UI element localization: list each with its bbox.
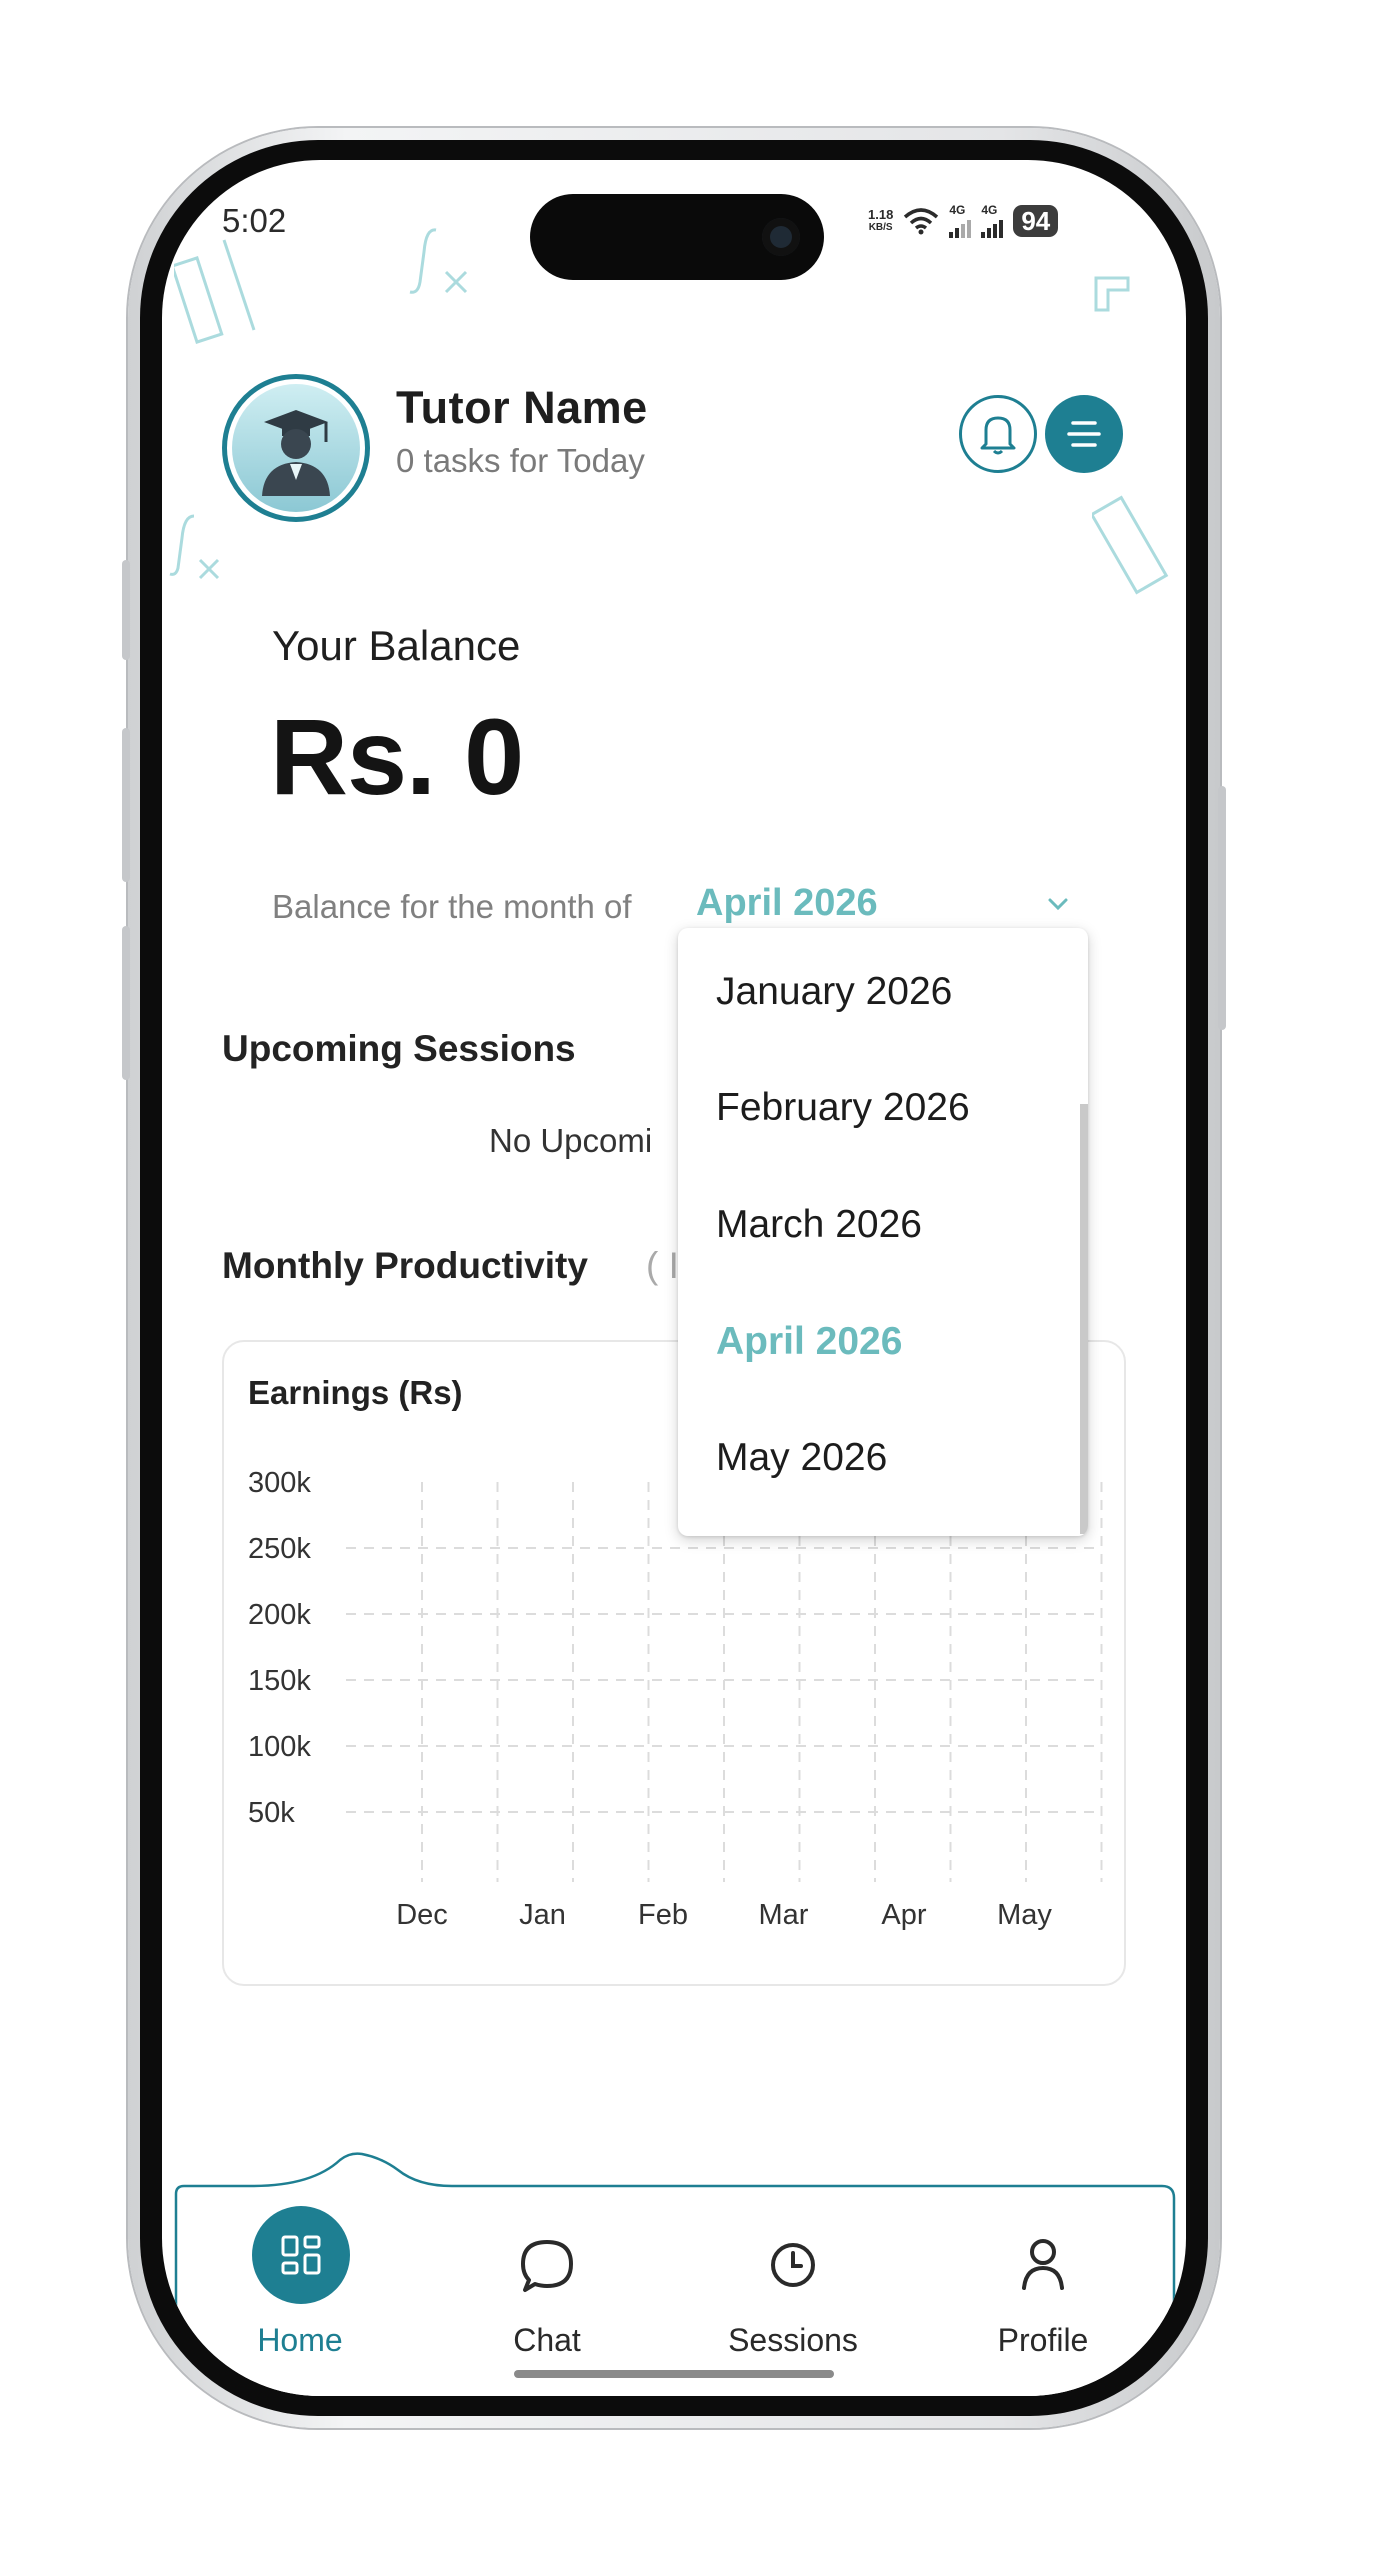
action-button (122, 560, 130, 660)
monthly-productivity-title: Monthly Productivity (222, 1245, 588, 1286)
y-tick-label: 250k (248, 1533, 311, 1565)
y-tick-label: 100k (248, 1731, 311, 1763)
chat-bubble-icon[interactable] (517, 2236, 577, 2296)
ruler-doodle-icon (174, 239, 256, 344)
dropdown-scrollbar[interactable] (1080, 1104, 1088, 1534)
chevron-down-icon (1048, 898, 1068, 910)
balance-label: Your Balance (272, 622, 521, 669)
nav-home-button[interactable] (252, 2206, 350, 2304)
x-tick-label: May (997, 1899, 1052, 1931)
nav-sessions-label[interactable]: Sessions (693, 2322, 893, 2359)
dashboard-icon (281, 2235, 321, 2275)
wifi-icon (904, 208, 939, 235)
home-indicator[interactable] (514, 2370, 834, 2378)
sim2-type: 4G (981, 203, 998, 217)
month-select[interactable]: April 2026 (696, 882, 1070, 925)
upcoming-sessions-title: Upcoming Sessions (222, 1028, 576, 1069)
integral-doodle-icon (409, 228, 468, 294)
person-icon[interactable] (1018, 2236, 1068, 2292)
menu-button[interactable] (1045, 395, 1123, 473)
bell-icon (980, 416, 1016, 455)
app-screen: 5:02 1.18 KB/S 4G 4G 94 Tutor Name 0 tas… (162, 160, 1186, 2396)
nav-chat-label[interactable]: Chat (447, 2322, 647, 2359)
status-icons: 1.18 KB/S 4G 4G 94 (868, 203, 1059, 238)
volume-down-button (122, 926, 130, 1080)
hamburger-menu-icon (1067, 421, 1101, 447)
signal-bars-icon (949, 216, 972, 238)
x-tick-label: Mar (759, 1899, 809, 1931)
integral-doodle-icon (169, 514, 220, 580)
camera-icon (762, 218, 800, 256)
network-speed-unit: KB/S (868, 222, 893, 233)
balance-amount: Rs. 0 (270, 696, 524, 817)
nav-home-label[interactable]: Home (200, 2322, 400, 2359)
month-option[interactable]: March 2026 (716, 1203, 922, 1247)
x-tick-label: Dec (396, 1899, 448, 1931)
battery-level: 94 (1013, 205, 1059, 237)
x-tick-label: Feb (638, 1899, 688, 1931)
month-select-value: April 2026 (696, 882, 878, 924)
power-button (1218, 786, 1226, 1030)
ruler-doodle-icon (1092, 495, 1169, 595)
productivity-filter[interactable]: ( I (646, 1245, 679, 1287)
sim1-type: 4G (949, 203, 966, 217)
x-tick-label: Jan (519, 1899, 566, 1931)
nav-profile-label[interactable]: Profile (943, 2322, 1143, 2359)
tutor-name: Tutor Name (396, 382, 648, 433)
dynamic-island (530, 194, 824, 280)
notifications-button[interactable] (959, 395, 1037, 473)
avatar[interactable] (222, 374, 370, 522)
x-tick-label: Apr (881, 1899, 926, 1931)
sim1-signal: 4G (949, 203, 972, 238)
network-speed-value: 1.18 (868, 207, 894, 222)
clock-icon[interactable] (768, 2240, 818, 2290)
y-tick-label: 200k (248, 1599, 311, 1631)
sim2-signal: 4G (981, 203, 1004, 238)
signal-bars-icon (981, 216, 1004, 238)
month-option[interactable]: February 2026 (716, 1086, 970, 1130)
y-tick-label: 150k (248, 1665, 311, 1697)
month-option[interactable]: January 2026 (716, 970, 952, 1014)
graduate-avatar-icon (262, 410, 330, 496)
square-ruler-doodle-icon (1094, 276, 1130, 312)
month-option-selected[interactable]: April 2026 (716, 1320, 902, 1364)
no-sessions-text: No Upcomi (489, 1122, 653, 1159)
y-tick-label: 300k (248, 1467, 311, 1499)
y-tick-label: 50k (248, 1797, 295, 1829)
month-dropdown-menu[interactable]: January 2026 February 2026 March 2026 Ap… (678, 928, 1088, 1536)
month-option[interactable]: May 2026 (716, 1436, 887, 1480)
volume-up-button (122, 728, 130, 882)
network-speed: 1.18 KB/S (868, 208, 893, 234)
month-prefix-label: Balance for the month of (272, 888, 632, 925)
tasks-today: 0 tasks for Today (396, 442, 645, 479)
